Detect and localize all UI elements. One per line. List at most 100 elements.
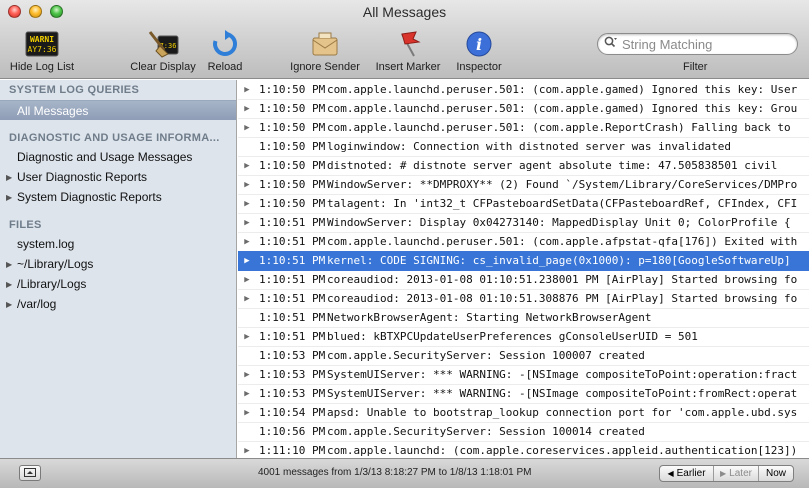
sidebar-item-label: System Diagnostic Reports bbox=[17, 190, 162, 204]
log-row[interactable]: ▶ 1:11:10 PM com.apple.launchd: (com.apple… bbox=[238, 441, 809, 458]
disclosure-triangle-icon[interactable]: ▶ bbox=[238, 389, 256, 399]
disclosure-triangle-icon[interactable]: ▶ bbox=[238, 294, 256, 304]
insert-marker-button[interactable]: Insert Marker bbox=[371, 29, 445, 77]
sidebar-item-user-diagnostic-reports[interactable]: ▶ User Diagnostic Reports bbox=[0, 167, 236, 187]
disclosure-triangle-icon[interactable]: ▶ bbox=[6, 280, 15, 289]
log-row[interactable]: ▶ 1:10:50 PM distnoted: # distnote server … bbox=[238, 156, 809, 176]
broom-icon: 7:36 bbox=[146, 29, 180, 59]
disclosure-triangle-icon[interactable]: ▶ bbox=[6, 173, 15, 182]
reload-button[interactable]: Reload bbox=[204, 29, 246, 77]
log-row-message: com.apple.SecurityServer: Session 100014… bbox=[327, 425, 645, 438]
later-button[interactable]: ▶ Later bbox=[714, 466, 759, 481]
disclosure-triangle-icon[interactable]: ▶ bbox=[238, 85, 256, 95]
log-row-time: 1:10:51 PM bbox=[259, 330, 326, 343]
earlier-label: Earlier bbox=[676, 468, 706, 479]
inspector-button[interactable]: i Inspector bbox=[452, 29, 506, 77]
reload-icon bbox=[211, 29, 239, 59]
now-button[interactable]: Now bbox=[759, 466, 793, 481]
filter-label: Filter bbox=[683, 61, 708, 73]
disclosure-triangle-icon[interactable]: ▶ bbox=[6, 193, 15, 202]
clear-display-label: Clear Display bbox=[130, 61, 196, 73]
log-row-time: 1:10:50 PM bbox=[259, 83, 326, 96]
log-row[interactable]: ▶ 1:10:51 PM com.apple.launchd.peruser.501… bbox=[238, 232, 809, 252]
disclosure-triangle-icon[interactable]: ▶ bbox=[238, 218, 256, 228]
sidebar-item-system-diagnostic-reports[interactable]: ▶ System Diagnostic Reports bbox=[0, 187, 236, 207]
log-row[interactable]: ▶ 1:10:51 PM WindowServer: Display 0x04273… bbox=[238, 213, 809, 233]
log-row[interactable]: 1:10:51 PM NetworkBrowserAgent: Starting … bbox=[238, 308, 809, 328]
log-row[interactable]: 1:10:50 PM loginwindow: Connection with d… bbox=[238, 137, 809, 157]
triangle-left-icon: ◀ bbox=[667, 469, 674, 478]
flag-icon bbox=[394, 29, 422, 59]
disclosure-triangle-icon[interactable]: ▶ bbox=[6, 260, 15, 269]
log-row-message: WindowServer: Display 0x04273140: Mapped… bbox=[327, 216, 791, 229]
sidebar-item-system-log[interactable]: system.log bbox=[0, 234, 236, 254]
disclosure-triangle-icon[interactable]: ▶ bbox=[238, 123, 256, 133]
log-row-message: SystemUIServer: *** WARNING: -[NSImage c… bbox=[327, 368, 798, 381]
log-row[interactable]: ▶ 1:10:51 PM coreaudiod: 2013-01-08 01:10:… bbox=[238, 289, 809, 309]
log-row[interactable]: ▶ 1:10:50 PM com.apple.launchd.peruser.501… bbox=[238, 99, 809, 119]
sidebar-item-label: User Diagnostic Reports bbox=[17, 170, 148, 184]
log-row-message: blued: kBTXPCUpdateUserPreferences gCons… bbox=[327, 330, 698, 343]
disclosure-triangle-icon[interactable]: ▶ bbox=[238, 370, 256, 380]
log-row[interactable]: ▶ 1:10:53 PM SystemUIServer: *** WARNING: … bbox=[238, 384, 809, 404]
disclosure-triangle-icon[interactable]: ▶ bbox=[238, 446, 256, 456]
sidebar-item-label: system.log bbox=[17, 237, 75, 251]
earlier-button[interactable]: ◀ Earlier bbox=[660, 466, 714, 481]
vertical-scrollbar[interactable] bbox=[800, 80, 809, 458]
sidebar-item-label: All Messages bbox=[17, 103, 89, 118]
log-row-message: com.apple.launchd.peruser.501: (com.appl… bbox=[327, 102, 798, 115]
search-input[interactable] bbox=[622, 36, 792, 52]
log-row-message: talagent: In 'int32_t CFPasteboardSetDat… bbox=[327, 197, 798, 210]
sidebar-item-var-log[interactable]: ▶ /var/log bbox=[0, 294, 236, 314]
log-row-message: WindowServer: **DMPROXY** (2) Found `/Sy… bbox=[327, 178, 798, 191]
log-row[interactable]: ▶ 1:10:50 PM WindowServer: **DMPROXY** (2)… bbox=[238, 175, 809, 195]
log-row[interactable]: ▶ 1:10:51 PM kernel: CODE SIGNING: cs_inva… bbox=[238, 251, 809, 271]
window-title: All Messages bbox=[362, 4, 447, 20]
sidebar-item-library-logs[interactable]: ▶ /Library/Logs bbox=[0, 274, 236, 294]
sidebar-item-user-library-logs[interactable]: ▶ ~/Library/Logs bbox=[0, 254, 236, 274]
clear-display-button[interactable]: 7:36 Clear Display bbox=[127, 29, 199, 77]
now-label: Now bbox=[765, 468, 786, 479]
disclosure-triangle-icon[interactable]: ▶ bbox=[238, 180, 256, 190]
disclosure-triangle-icon[interactable]: ▶ bbox=[238, 408, 256, 418]
ignore-sender-button[interactable]: Ignore Sender bbox=[286, 29, 364, 77]
log-list-icon: WARNI AY7:36 bbox=[25, 29, 59, 59]
hide-log-list-button[interactable]: WARNI AY7:36 Hide Log List bbox=[10, 29, 74, 77]
log-row[interactable]: 1:10:56 PM com.apple.SecurityServer: Sess… bbox=[238, 422, 809, 442]
search-field[interactable] bbox=[597, 33, 798, 55]
disclosure-triangle-icon[interactable]: ▶ bbox=[238, 161, 256, 171]
disclosure-triangle-icon[interactable]: ▶ bbox=[238, 256, 256, 266]
later-label: Later bbox=[729, 468, 752, 479]
disclosure-triangle-icon[interactable]: ▶ bbox=[238, 104, 256, 114]
log-row[interactable]: ▶ 1:10:54 PM apsd: Unable to bootstrap_loo… bbox=[238, 403, 809, 423]
log-row-time: 1:10:51 PM bbox=[259, 311, 326, 324]
log-row-time: 1:11:10 PM bbox=[259, 444, 326, 457]
sidebar-item-diagnostic-usage-messages[interactable]: Diagnostic and Usage Messages bbox=[0, 147, 236, 167]
disclosure-triangle-icon[interactable]: ▶ bbox=[238, 237, 256, 247]
window-toolbar: All Messages WARNI AY7:36 Hide Log List … bbox=[0, 0, 809, 79]
log-row[interactable]: 1:10:53 PM com.apple.SecurityServer: Sess… bbox=[238, 346, 809, 366]
toggle-sidebar-button[interactable] bbox=[19, 465, 41, 481]
log-row[interactable]: ▶ 1:10:50 PM talagent: In 'int32_t CFPaste… bbox=[238, 194, 809, 214]
log-row[interactable]: ▶ 1:10:51 PM coreaudiod: 2013-01-08 01:10:… bbox=[238, 270, 809, 290]
log-row[interactable]: ▶ 1:10:50 PM com.apple.launchd.peruser.501… bbox=[238, 118, 809, 138]
disclosure-triangle-icon[interactable]: ▶ bbox=[238, 275, 256, 285]
triangle-right-icon: ▶ bbox=[720, 469, 727, 478]
status-bar: 4001 messages from 1/3/13 8:18:27 PM to … bbox=[0, 458, 809, 488]
log-message-list[interactable]: ▶ 1:10:50 PM com.apple.launchd.peruser.501… bbox=[238, 80, 809, 458]
log-row-message: distnoted: # distnote server agent absol… bbox=[327, 159, 778, 172]
log-row[interactable]: ▶ 1:10:50 PM com.apple.launchd.peruser.501… bbox=[238, 80, 809, 100]
log-row-time: 1:10:50 PM bbox=[259, 102, 326, 115]
sidebar-item-label: /var/log bbox=[17, 297, 57, 311]
section-header-system-log-queries: SYSTEM LOG QUERIES bbox=[9, 84, 140, 96]
log-row[interactable]: ▶ 1:10:53 PM SystemUIServer: *** WARNING: … bbox=[238, 365, 809, 385]
disclosure-triangle-icon[interactable]: ▶ bbox=[238, 199, 256, 209]
log-row-message: com.apple.launchd.peruser.501: (com.appl… bbox=[327, 235, 798, 248]
disclosure-triangle-icon[interactable]: ▶ bbox=[6, 300, 15, 309]
disclosure-triangle-icon[interactable]: ▶ bbox=[238, 332, 256, 342]
inspector-label: Inspector bbox=[456, 61, 502, 73]
log-row[interactable]: ▶ 1:10:51 PM blued: kBTXPCUpdateUserPrefer… bbox=[238, 327, 809, 347]
log-row-time: 1:10:51 PM bbox=[259, 235, 326, 248]
log-row-message: SystemUIServer: *** WARNING: -[NSImage c… bbox=[327, 387, 798, 400]
sidebar-item-all-messages[interactable]: All Messages bbox=[0, 100, 236, 120]
